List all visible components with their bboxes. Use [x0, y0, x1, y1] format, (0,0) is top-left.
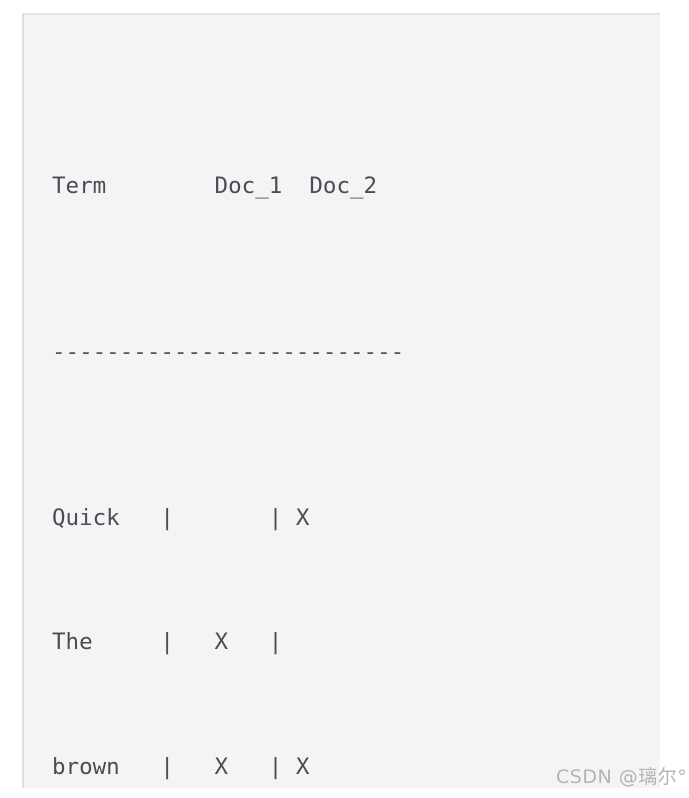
- csdn-watermark: CSDN @璃尔°: [556, 766, 688, 788]
- code-block-panel: Term Doc_1 Doc_2 -----------------------…: [22, 13, 660, 788]
- code-block-content: Term Doc_1 Doc_2 -----------------------…: [52, 41, 404, 788]
- page-root: Term Doc_1 Doc_2 -----------------------…: [0, 0, 689, 798]
- table-header-row: Term Doc_1 Doc_2: [52, 172, 378, 199]
- header-separator-line: --------------------------: [52, 338, 405, 365]
- table-row: The | X |: [52, 629, 283, 655]
- table-row: brown | X | X: [52, 753, 310, 780]
- table-row: Quick | | X: [52, 504, 310, 531]
